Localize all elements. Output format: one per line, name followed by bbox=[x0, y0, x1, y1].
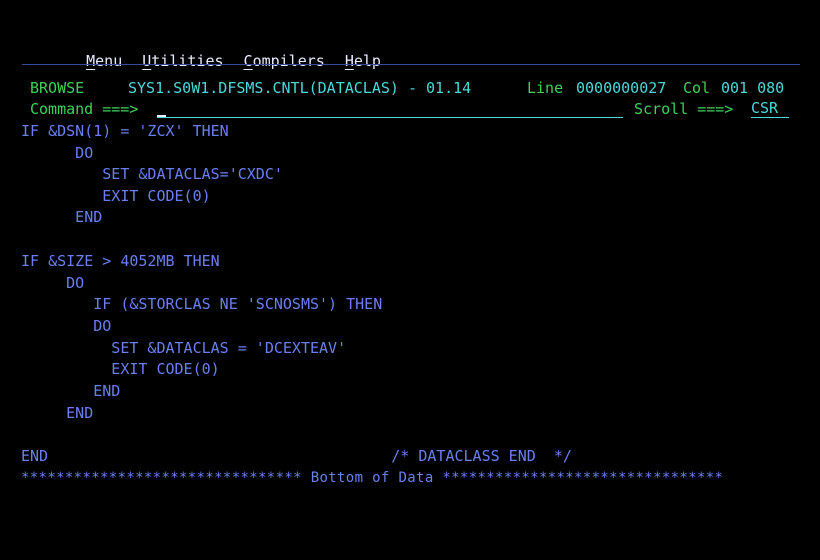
menu-item-utilities[interactable]: Utilities bbox=[142, 52, 223, 70]
scroll-amount-field[interactable]: CSR bbox=[751, 99, 789, 118]
code-line: SET &DATACLAS='CXDC' bbox=[21, 165, 283, 183]
code-line: END bbox=[21, 208, 103, 226]
col-label: Col bbox=[683, 79, 711, 97]
command-label: Command ===> bbox=[30, 100, 139, 118]
code-line: IF (&STORCLAS NE 'SCNOSMS') THEN bbox=[21, 295, 383, 313]
code-line: DO bbox=[21, 144, 94, 162]
code-line: SET &DATACLAS = 'DCEXTEAV' bbox=[21, 339, 347, 357]
text-cursor bbox=[157, 115, 166, 117]
code-line: IF &SIZE > 4052MB THEN bbox=[21, 252, 220, 270]
dataset-name: SYS1.S0W1.DFSMS.CNTL(DATACLAS) - 01.14 bbox=[128, 79, 472, 97]
code-line: EXIT CODE(0) bbox=[21, 187, 211, 205]
line-label: Line bbox=[527, 79, 564, 97]
code-line: IF &DSN(1) = 'ZCX' THEN bbox=[21, 122, 229, 140]
code-line: DO bbox=[21, 274, 85, 292]
line-number: 0000000027 bbox=[576, 79, 667, 97]
code-line: END bbox=[21, 404, 94, 422]
menu-item-help[interactable]: Help bbox=[345, 52, 381, 70]
menu-item-menu[interactable]: Menu bbox=[86, 52, 122, 70]
mode-label: BROWSE bbox=[30, 79, 85, 97]
bottom-of-data-marker: ******************************** Bottom … bbox=[21, 470, 724, 486]
col-range: 001 080 bbox=[721, 79, 785, 97]
command-input[interactable] bbox=[157, 99, 623, 118]
code-line: END /* DATACLASS END */ bbox=[21, 447, 572, 465]
code-line: EXIT CODE(0) bbox=[21, 360, 220, 378]
menu-item-compilers[interactable]: Compilers bbox=[244, 52, 325, 70]
code-line: DO bbox=[21, 317, 112, 335]
menu-separator bbox=[22, 64, 800, 65]
ispf-browse-screen: Menu Utilities Compilers Help BROWSE SYS1.S… bbox=[0, 0, 820, 560]
code-line: END bbox=[21, 382, 121, 400]
scroll-label: Scroll ===> bbox=[634, 100, 734, 118]
